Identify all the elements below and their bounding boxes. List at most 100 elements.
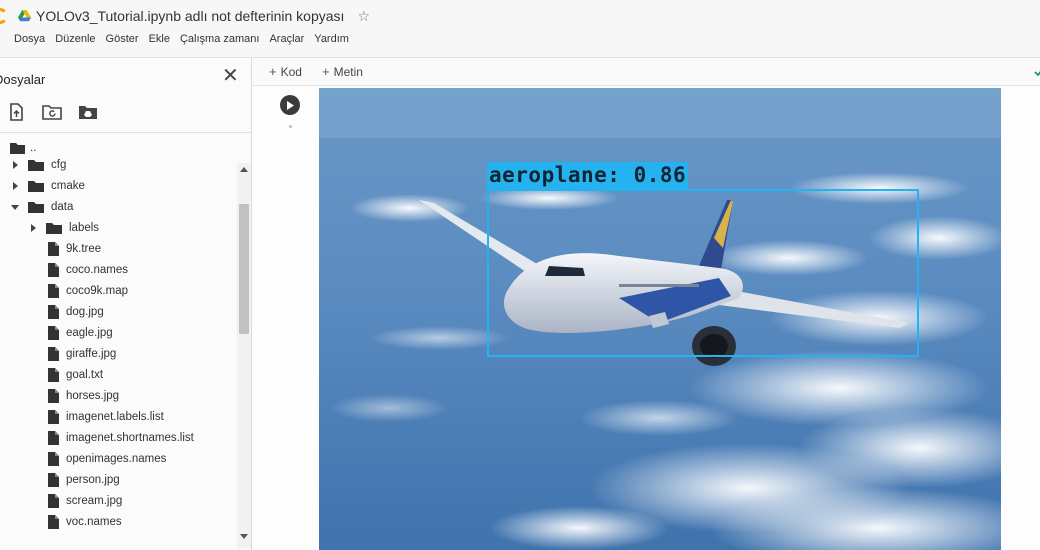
menu-view[interactable]: Göster — [106, 33, 139, 49]
file-icon — [48, 263, 59, 277]
file-icon — [48, 368, 59, 382]
tree-item-file[interactable]: 9k.tree — [0, 239, 236, 259]
upload-file-icon[interactable] — [6, 103, 26, 121]
files-sidebar: Dosyalar ✕ .. c — [0, 58, 252, 550]
tree-item-label: horses.jpg — [66, 390, 120, 402]
folder-icon — [28, 181, 44, 192]
notebook-header: YOLOv3_Tutorial.ipynb adlı not defterini… — [0, 0, 1040, 58]
tree-item-label: voc.names — [66, 516, 122, 528]
tree-item-label: cfg — [51, 159, 67, 171]
plus-icon: + — [322, 64, 330, 79]
file-icon — [48, 389, 59, 403]
file-icon — [48, 473, 59, 487]
tree-item-label: coco9k.map — [66, 285, 129, 297]
tree-item-cmake[interactable]: cmake — [0, 176, 236, 196]
tree-item-label: scream.jpg — [66, 495, 123, 507]
folder-icon — [28, 202, 44, 213]
tree-item-file[interactable]: coco9k.map — [0, 281, 236, 301]
sidebar-toolbar — [6, 103, 98, 121]
tree-item-file[interactable]: person.jpg — [0, 470, 236, 490]
tree-item-label: 9k.tree — [66, 243, 102, 255]
chevron-right-icon[interactable] — [29, 224, 37, 232]
tree-item-file[interactable]: scream.jpg — [0, 491, 236, 511]
tree-item-label: imagenet.labels.list — [66, 411, 164, 423]
file-tree: .. cfg cmake data labels 9k.tree coco.na… — [0, 138, 236, 550]
tree-item-label: .. — [30, 142, 37, 154]
file-icon — [48, 284, 59, 298]
tree-item-label: goal.txt — [66, 369, 104, 381]
close-icon[interactable]: ✕ — [222, 66, 239, 86]
tree-item-label: cmake — [51, 180, 85, 192]
colab-logo-icon[interactable] — [0, 8, 8, 24]
tree-item-file[interactable]: goal.txt — [0, 365, 236, 385]
file-icon — [48, 452, 59, 466]
add-text-label: Metin — [333, 65, 363, 79]
tree-item-data[interactable]: data — [0, 197, 236, 217]
star-icon[interactable]: ☆ — [357, 9, 370, 23]
tree-item-file[interactable]: voc.names — [0, 512, 236, 532]
file-icon — [48, 515, 59, 529]
file-icon — [48, 431, 59, 445]
tree-item-label: data — [51, 201, 74, 213]
scroll-down-icon[interactable] — [240, 534, 248, 540]
tree-item-file[interactable]: openimages.names — [0, 449, 236, 469]
tree-item-file[interactable]: eagle.jpg — [0, 323, 236, 343]
title-row: YOLOv3_Tutorial.ipynb adlı not defterini… — [18, 7, 370, 25]
cell-status-dot — [289, 125, 292, 128]
folder-icon — [28, 160, 44, 171]
tree-item-label: giraffe.jpg — [66, 348, 117, 360]
plus-icon: + — [269, 64, 277, 79]
tree-item-label: labels — [69, 222, 100, 234]
tree-item-file[interactable]: horses.jpg — [0, 386, 236, 406]
menu-insert[interactable]: Ekle — [149, 33, 170, 49]
tree-item-label: dog.jpg — [66, 306, 104, 318]
menu-file[interactable]: Dosya — [14, 33, 45, 49]
tree-item-label: openimages.names — [66, 453, 167, 465]
add-code-label: Kod — [280, 65, 302, 79]
detection-label: aeroplane: 0.86 — [487, 162, 689, 189]
play-icon — [287, 100, 294, 110]
colab-window: YOLOv3_Tutorial.ipynb adlı not defterini… — [0, 0, 1040, 550]
tree-item-cfg[interactable]: cfg — [0, 155, 236, 175]
file-icon — [48, 242, 59, 256]
scroll-up-icon[interactable] — [240, 166, 248, 172]
tree-item-file[interactable]: dog.jpg — [0, 302, 236, 322]
notebook-title[interactable]: YOLOv3_Tutorial.ipynb adlı not defterini… — [36, 8, 344, 24]
folder-up-icon — [10, 143, 25, 154]
tree-item-label: coco.names — [66, 264, 129, 276]
sidebar-scrollbar-thumb[interactable] — [239, 204, 249, 334]
tree-item-label: person.jpg — [66, 474, 120, 486]
sidebar-divider — [0, 132, 252, 133]
cell-toolbar: + Kod + Metin — [252, 58, 1040, 86]
chevron-right-icon[interactable] — [11, 161, 19, 169]
menu-help[interactable]: Yardım — [314, 33, 349, 49]
chevron-right-icon[interactable] — [11, 182, 19, 190]
sidebar-title: Dosyalar — [0, 72, 46, 87]
menu-edit[interactable]: Düzenle — [55, 33, 95, 49]
add-code-button[interactable]: + Kod — [269, 64, 302, 79]
menu-runtime[interactable]: Çalışma zamanı — [180, 33, 259, 49]
tree-item-file[interactable]: giraffe.jpg — [0, 344, 236, 364]
tree-item-file[interactable]: imagenet.labels.list — [0, 407, 236, 427]
tree-item-file[interactable]: imagenet.shortnames.list — [0, 428, 236, 448]
chevron-down-icon[interactable] — [11, 203, 19, 211]
add-text-button[interactable]: + Metin — [322, 64, 363, 79]
menu-bar: Dosya Düzenle Göster Ekle Çalışma zamanı… — [14, 33, 349, 49]
folder-icon — [46, 223, 62, 234]
file-icon — [48, 347, 59, 361]
tree-item-label: eagle.jpg — [66, 327, 113, 339]
file-icon — [48, 326, 59, 340]
tree-item-label: imagenet.shortnames.list — [66, 432, 194, 444]
connected-check-icon[interactable] — [1034, 68, 1040, 76]
run-cell-button[interactable] — [280, 95, 300, 115]
file-icon — [48, 305, 59, 319]
refresh-folder-icon[interactable] — [42, 103, 62, 121]
tree-item-labels[interactable]: labels — [0, 218, 236, 238]
mount-drive-icon[interactable] — [78, 103, 98, 121]
detection-bounding-box — [487, 189, 919, 357]
file-icon — [48, 410, 59, 424]
tree-item-file[interactable]: coco.names — [0, 260, 236, 280]
file-icon — [48, 494, 59, 508]
drive-icon — [18, 10, 31, 22]
menu-tools[interactable]: Araçlar — [269, 33, 304, 49]
